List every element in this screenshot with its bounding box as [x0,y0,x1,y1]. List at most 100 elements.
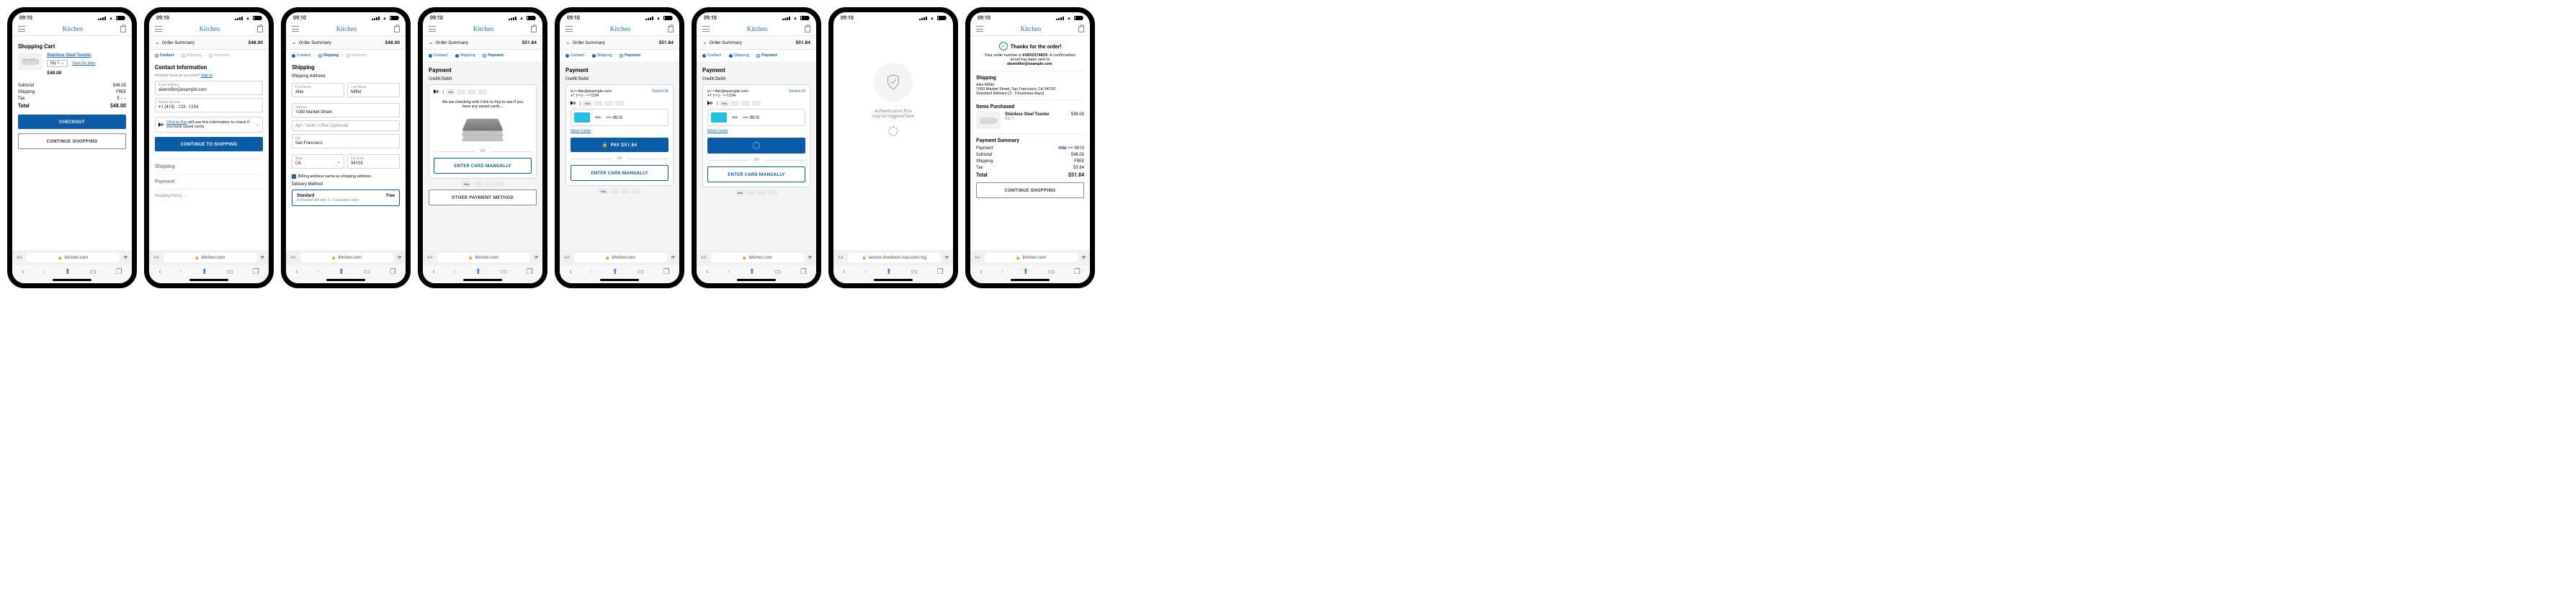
saved-card[interactable]: VISA•••• 9010 [707,109,805,126]
step-payment[interactable]: Payment [483,53,504,58]
url-field[interactable]: kitchen.com [27,253,120,262]
brand-logo[interactable]: Kitchen [747,25,768,32]
tabs-icon[interactable]: ❐ [937,268,944,276]
bookmarks-icon[interactable]: ▭ [911,268,918,276]
billing-same-checkbox[interactable]: ✓Billing address same as shipping addres… [292,174,400,179]
continue-to-shipping-button[interactable]: CONTINUE TO SHIPPING [155,137,263,151]
bag-icon[interactable] [668,26,674,32]
menu-icon[interactable] [155,26,162,32]
menu-icon[interactable] [429,26,436,32]
more-cards-link[interactable]: More Cards [707,129,805,133]
step-payment[interactable]: Payment [620,53,640,58]
brand-logo[interactable]: Kitchen [1021,25,1042,32]
step-payment[interactable]: Payment [209,53,230,58]
apt-field[interactable]: Apt / Suite / Other (optional) [292,120,400,131]
bookmarks-icon[interactable]: ▭ [1048,268,1055,276]
save-for-later-link[interactable]: Save for later [72,61,95,66]
url-field[interactable]: kitchen.com [164,253,256,262]
text-size-control[interactable]: AA [153,255,159,260]
forward-icon[interactable]: › [591,268,593,276]
order-summary-toggle[interactable]: Order Summary$48.00 [149,36,269,50]
back-icon[interactable]: ‹ [569,268,571,276]
share-icon[interactable]: ⬆︎ [475,268,481,276]
bookmarks-icon[interactable]: ▭ [227,268,233,276]
share-icon[interactable]: ⬆︎ [886,268,892,276]
bag-icon[interactable] [120,26,126,32]
menu-icon[interactable] [702,26,710,32]
order-summary-toggle[interactable]: Order Summary$51.84 [423,36,542,50]
share-icon[interactable]: ⬆︎ [339,268,344,276]
tabs-icon[interactable]: ❐ [527,268,533,276]
bookmarks-icon[interactable]: ▭ [638,268,644,276]
switch-id-link[interactable]: Switch ID [652,89,668,98]
text-size-control[interactable]: AA [564,255,570,260]
continue-shopping-button[interactable]: CONTINUE SHOPPING [976,182,1084,198]
more-cards-link[interactable]: More Cards [571,129,668,133]
back-icon[interactable]: ‹ [432,268,434,276]
sign-in-link[interactable]: Sign In [201,74,213,78]
continue-shopping-button[interactable]: CONTINUE SHOPPING [18,133,126,149]
step-shipping[interactable]: Shipping [729,53,749,58]
step-contact[interactable]: Contact [702,53,721,58]
product-name[interactable]: Stainless Steel Toaster [47,53,126,58]
forward-icon[interactable]: › [864,268,867,276]
step-contact[interactable]: Contact [429,53,447,58]
saved-card[interactable]: VISA•••• 9010 [571,109,668,126]
step-payment[interactable]: Payment [756,53,777,58]
back-icon[interactable]: ‹ [706,268,708,276]
bag-icon[interactable] [1078,26,1084,32]
city-field[interactable]: CitySan Francisco [292,134,400,148]
reload-icon[interactable]: ⟳ [945,255,949,260]
order-summary-toggle[interactable]: Order Summary$51.84 [697,36,816,50]
reload-icon[interactable]: ⟳ [808,255,812,260]
url-field[interactable]: kitchen.com [574,253,667,262]
brand-logo[interactable]: Kitchen [200,25,220,32]
text-size-control[interactable]: AA [975,255,980,260]
back-icon[interactable]: ‹ [295,268,298,276]
share-icon[interactable]: ⬆︎ [1023,268,1029,276]
back-icon[interactable]: ‹ [22,268,24,276]
url-field[interactable]: kitchen.com [985,253,1078,262]
bag-icon[interactable] [394,26,400,32]
tabs-icon[interactable]: ❐ [116,268,122,276]
step-payment[interactable]: Payment [346,53,367,58]
share-icon[interactable]: ⬆︎ [749,268,755,276]
reload-icon[interactable]: ⟳ [124,255,128,260]
zip-field[interactable]: Zip Code94105 [347,154,400,169]
step-contact[interactable]: Contact [292,53,310,58]
click-to-pay-info[interactable]: Click to Pay will use this information t… [155,117,263,133]
first-name-field[interactable]: First NameAlex [292,83,344,97]
shipping-policy-link[interactable]: Shipping Policy → [155,189,263,198]
order-summary-toggle[interactable]: Order Summary$48.00 [286,36,406,50]
reload-icon[interactable]: ⟳ [261,255,264,260]
text-size-control[interactable]: AA [290,255,296,260]
pay-button[interactable]: 🔒PAY $51.84 [571,138,668,152]
text-size-control[interactable]: AA [427,255,433,260]
forward-icon[interactable]: › [1001,268,1003,276]
share-icon[interactable]: ⬆︎ [612,268,618,276]
text-size-control[interactable]: AA [701,255,707,260]
bookmarks-icon[interactable]: ▭ [774,268,781,276]
checkout-button[interactable]: CHECKOUT [18,115,126,129]
bookmarks-icon[interactable]: ▭ [364,268,370,276]
back-icon[interactable]: ‹ [158,268,161,276]
email-field[interactable]: Email Addressalexmiller@example.com [155,81,263,95]
step-shipping[interactable]: Shipping [592,53,612,58]
menu-icon[interactable] [18,26,25,32]
forward-icon[interactable]: › [454,268,456,276]
back-icon[interactable]: ‹ [980,268,982,276]
other-payment-method-button[interactable]: OTHER PAYMENT METHOD [429,190,537,205]
reload-icon[interactable]: ⟳ [398,255,401,260]
forward-icon[interactable]: › [317,268,319,276]
share-icon[interactable]: ⬆︎ [65,268,71,276]
brand-logo[interactable]: Kitchen [63,25,84,32]
bag-icon[interactable] [257,26,263,32]
menu-icon[interactable] [565,26,573,32]
forward-icon[interactable]: › [180,268,182,276]
step-shipping[interactable]: Shipping [182,53,202,58]
step-contact[interactable]: Contact [565,53,584,58]
bag-icon[interactable] [531,26,537,32]
reload-icon[interactable]: ⟳ [535,255,538,260]
forward-icon[interactable]: › [728,268,730,276]
enter-card-manually-button[interactable]: ENTER CARD MANUALLY [434,158,532,174]
